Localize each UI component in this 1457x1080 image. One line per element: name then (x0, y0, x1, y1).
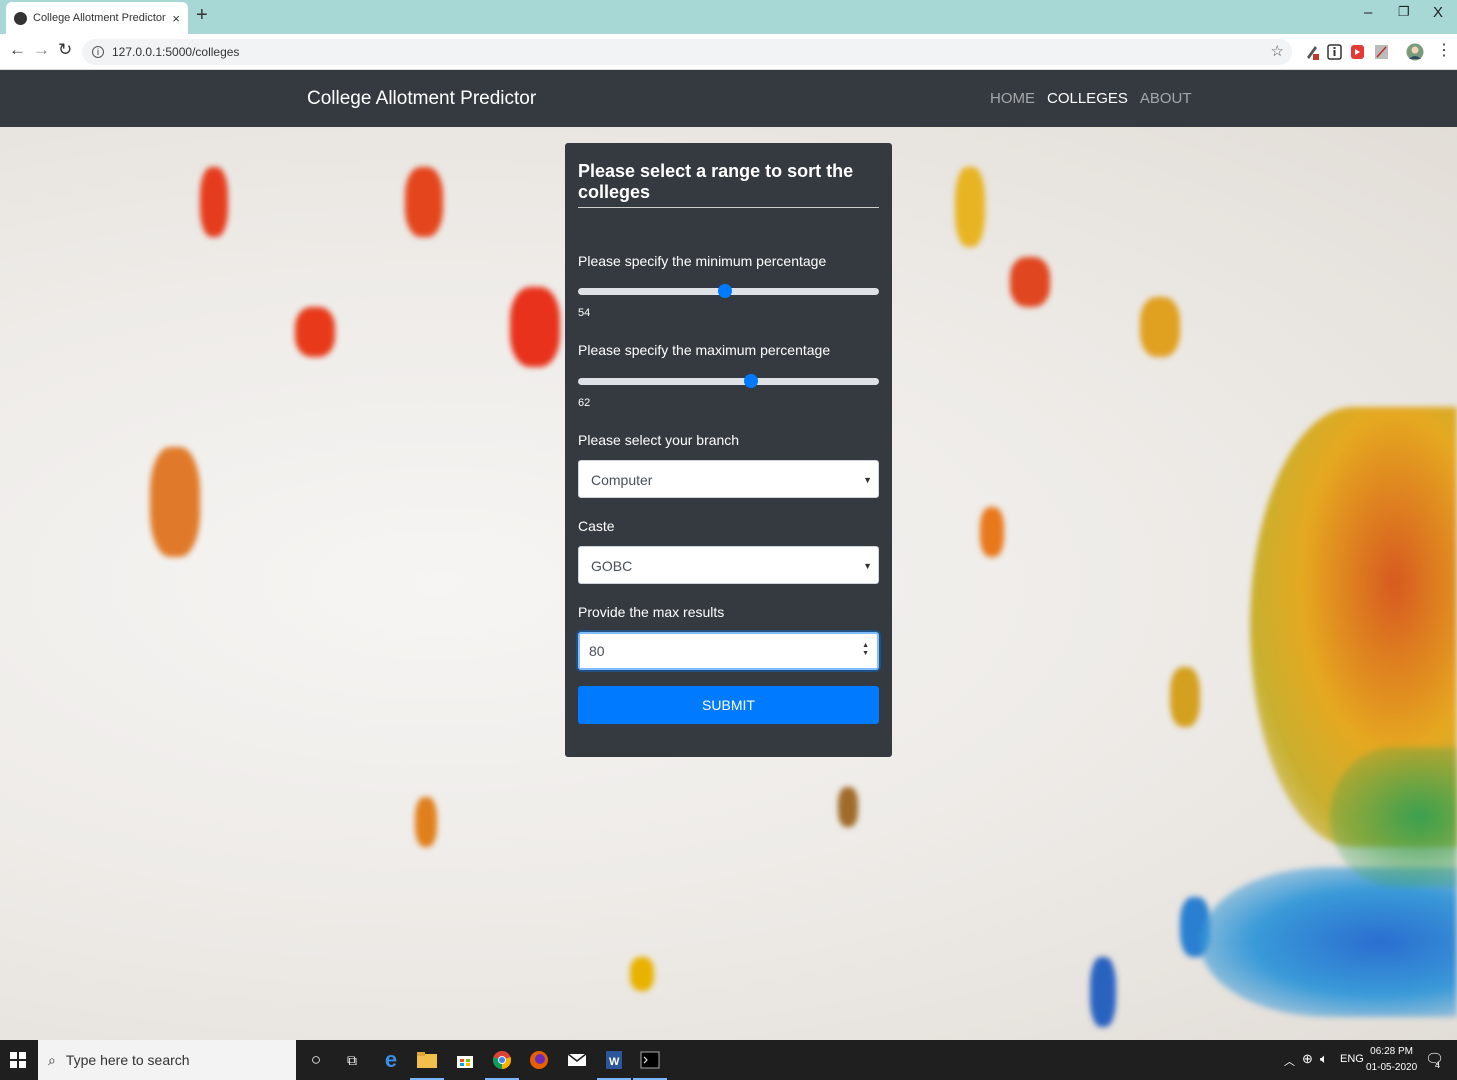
extension-info-icon[interactable] (1327, 43, 1343, 61)
bg-blob (415, 797, 437, 847)
forward-arrow-icon[interactable]: → (33, 40, 50, 60)
edge-browser-icon[interactable]: e (380, 1049, 402, 1071)
svg-text:W: W (609, 1056, 620, 1068)
bg-blob (405, 167, 443, 237)
tab-close-icon[interactable]: × (172, 11, 180, 26)
network-globe-icon[interactable]: ⊕ (1302, 1051, 1313, 1067)
range-form-card: Please select a range to sort the colleg… (565, 143, 892, 757)
minimize-button[interactable]: – (1364, 4, 1372, 21)
clock-date: 01-05-2020 (1366, 1062, 1418, 1073)
clock-time: 06:28 PM (1370, 1046, 1413, 1057)
globe-icon (14, 11, 27, 25)
bg-blob (1140, 297, 1180, 357)
notification-count: 4 (1435, 1060, 1441, 1070)
min-percentage-value: 54 (578, 307, 591, 319)
address-bar[interactable]: i 127.0.0.1:5000/colleges ☆ (82, 39, 1292, 65)
bg-blob (1170, 667, 1200, 727)
tab-title: College Allotment Predictor usin (33, 12, 166, 24)
search-icon: ⌕ (48, 1051, 56, 1068)
max-results-label: Provide the max results (578, 604, 725, 620)
bg-blob (1330, 747, 1457, 887)
volume-icon[interactable]: 🔈︎ (1320, 1051, 1328, 1067)
bg-blob (1200, 867, 1457, 1017)
number-spinner-icon[interactable]: ▲ ▼ (862, 642, 869, 658)
extension-pen-icon[interactable] (1304, 43, 1320, 61)
app-navbar: College Allotment Predictor HOME COLLEGE… (0, 70, 1457, 127)
bg-blob (630, 957, 654, 991)
max-percentage-slider[interactable] (578, 374, 879, 388)
min-percentage-label: Please specify the minimum percentage (578, 253, 827, 269)
max-percentage-value: 62 (578, 397, 591, 409)
branch-selected-value: Computer (591, 472, 653, 488)
bg-blob (200, 167, 228, 237)
max-results-value: 80 (589, 643, 605, 659)
max-slider-thumb[interactable] (744, 374, 759, 388)
back-arrow-icon[interactable]: ← (9, 40, 26, 60)
language-indicator[interactable]: ENG (1340, 1053, 1364, 1065)
reload-icon[interactable]: ↻ (58, 40, 72, 60)
close-window-button[interactable]: X (1433, 4, 1443, 21)
submit-button[interactable]: SUBMIT (578, 686, 879, 724)
new-tab-button[interactable]: + (196, 4, 208, 27)
chrome-icon[interactable] (485, 1049, 519, 1080)
caste-selected-value: GOBC (591, 558, 633, 574)
nav-links: HOME COLLEGES ABOUT (990, 90, 1192, 107)
browser-toolbar: ← → ↻ i 127.0.0.1:5000/colleges ☆ ⋮ (0, 34, 1457, 70)
mail-icon[interactable] (566, 1049, 588, 1071)
browser-tab-bar: College Allotment Predictor usin × + – ❐… (0, 0, 1457, 34)
terminal-icon[interactable] (633, 1049, 667, 1080)
caste-select[interactable]: GOBC ▼ (578, 546, 879, 584)
word-icon[interactable]: W (597, 1049, 631, 1080)
firefox-icon[interactable] (528, 1049, 550, 1071)
min-slider-thumb[interactable] (718, 284, 733, 298)
branch-label: Please select your branch (578, 432, 740, 448)
bg-blob (510, 287, 560, 367)
brand-title[interactable]: College Allotment Predictor (307, 88, 536, 110)
system-clock[interactable]: 06:28 PM 01-05-2020 (1366, 1044, 1417, 1076)
store-icon[interactable] (454, 1049, 476, 1071)
os-taskbar: ⌕ Type here to search ○ ⧉ e W ︿ ⊕ 🔈︎ ENG… (0, 1040, 1457, 1080)
bg-blob (295, 307, 335, 357)
max-results-input[interactable]: 80 ▲ ▼ (578, 632, 879, 670)
nav-link-about[interactable]: ABOUT (1140, 90, 1192, 107)
taskbar-search-box[interactable]: ⌕ Type here to search (38, 1040, 296, 1080)
extension-pdf-icon[interactable] (1374, 43, 1390, 61)
bookmark-star-icon[interactable]: ☆ (1271, 42, 1284, 60)
chevron-down-icon: ▼ (863, 561, 872, 571)
caste-label: Caste (578, 518, 615, 534)
cortana-icon[interactable]: ○ (305, 1049, 327, 1071)
max-percentage-label: Please specify the maximum percentage (578, 342, 831, 358)
profile-avatar[interactable] (1406, 43, 1424, 61)
bg-blob (1010, 257, 1050, 307)
bg-blob (1090, 957, 1116, 1027)
menu-kebab-icon[interactable]: ⋮ (1436, 40, 1452, 60)
info-icon[interactable]: i (92, 46, 104, 58)
extension-red-icon[interactable] (1350, 43, 1366, 61)
restore-button[interactable]: ❐ (1398, 4, 1410, 20)
bg-blob (955, 167, 985, 247)
bg-blob (150, 447, 200, 557)
browser-tab[interactable]: College Allotment Predictor usin × (6, 2, 188, 34)
divider (578, 207, 879, 208)
taskbar-search-placeholder: Type here to search (65, 1052, 190, 1068)
bg-blob (980, 507, 1004, 557)
chevron-up-icon[interactable]: ︿ (1284, 1053, 1295, 1069)
windows-start-icon[interactable] (10, 1052, 26, 1068)
bg-blob (838, 787, 858, 827)
url-text: 127.0.0.1:5000/colleges (112, 45, 240, 59)
task-view-icon[interactable]: ⧉ (341, 1049, 363, 1071)
chevron-down-icon: ▼ (863, 475, 872, 485)
nav-link-colleges[interactable]: COLLEGES (1047, 90, 1128, 107)
min-percentage-slider[interactable] (578, 284, 879, 298)
file-explorer-icon[interactable] (410, 1049, 444, 1080)
nav-link-home[interactable]: HOME (990, 90, 1035, 107)
branch-select[interactable]: Computer ▼ (578, 460, 879, 498)
form-title: Please select a range to sort the colleg… (578, 161, 854, 202)
